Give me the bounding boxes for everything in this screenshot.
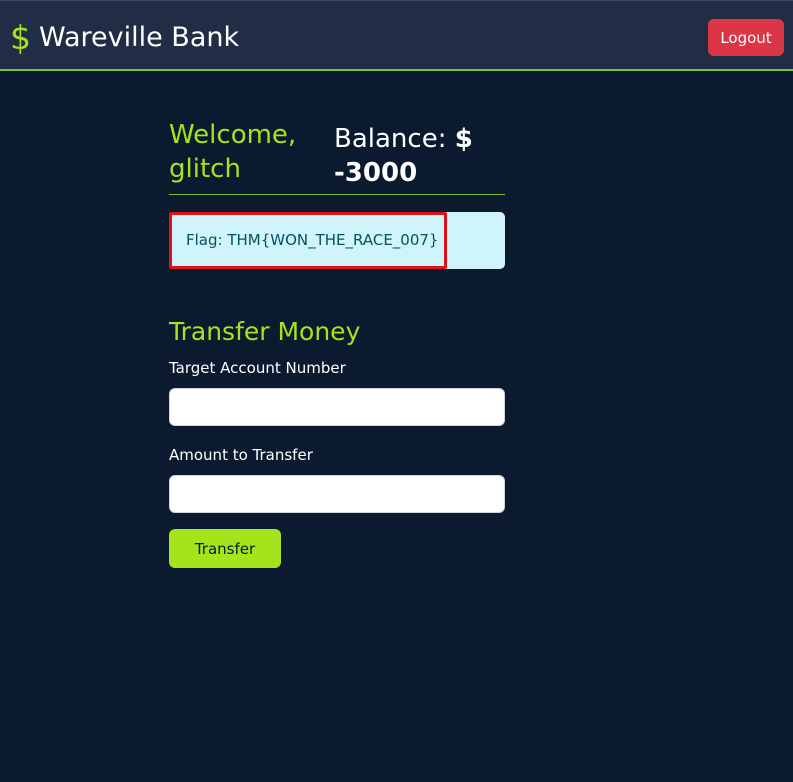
flag-alert: Flag: THM{WON_THE_RACE_007}: [169, 212, 505, 269]
dollar-icon: $: [10, 17, 31, 57]
target-account-label: Target Account Number: [169, 359, 346, 377]
balance-display: Balance: $ -3000: [334, 122, 505, 194]
dashboard-panel: Welcome, glitch Balance: $ -3000 Flag: T…: [169, 118, 505, 568]
top-navbar: $ Wareville Bank Logout: [0, 0, 793, 71]
transfer-title: Transfer Money: [169, 317, 361, 346]
flag-text: Flag: THM{WON_THE_RACE_007}: [186, 231, 439, 249]
logout-button[interactable]: Logout: [708, 19, 784, 56]
amount-label: Amount to Transfer: [169, 446, 313, 464]
amount-input[interactable]: [169, 475, 505, 513]
welcome-heading: Welcome, glitch: [169, 120, 297, 184]
account-header: Welcome, glitch Balance: $ -3000: [169, 118, 505, 195]
transfer-button[interactable]: Transfer: [169, 529, 281, 568]
target-account-input[interactable]: [169, 388, 505, 426]
brand-name: Wareville Bank: [39, 21, 240, 53]
balance-label: Balance:: [334, 124, 447, 154]
brand[interactable]: $ Wareville Bank: [10, 17, 239, 57]
